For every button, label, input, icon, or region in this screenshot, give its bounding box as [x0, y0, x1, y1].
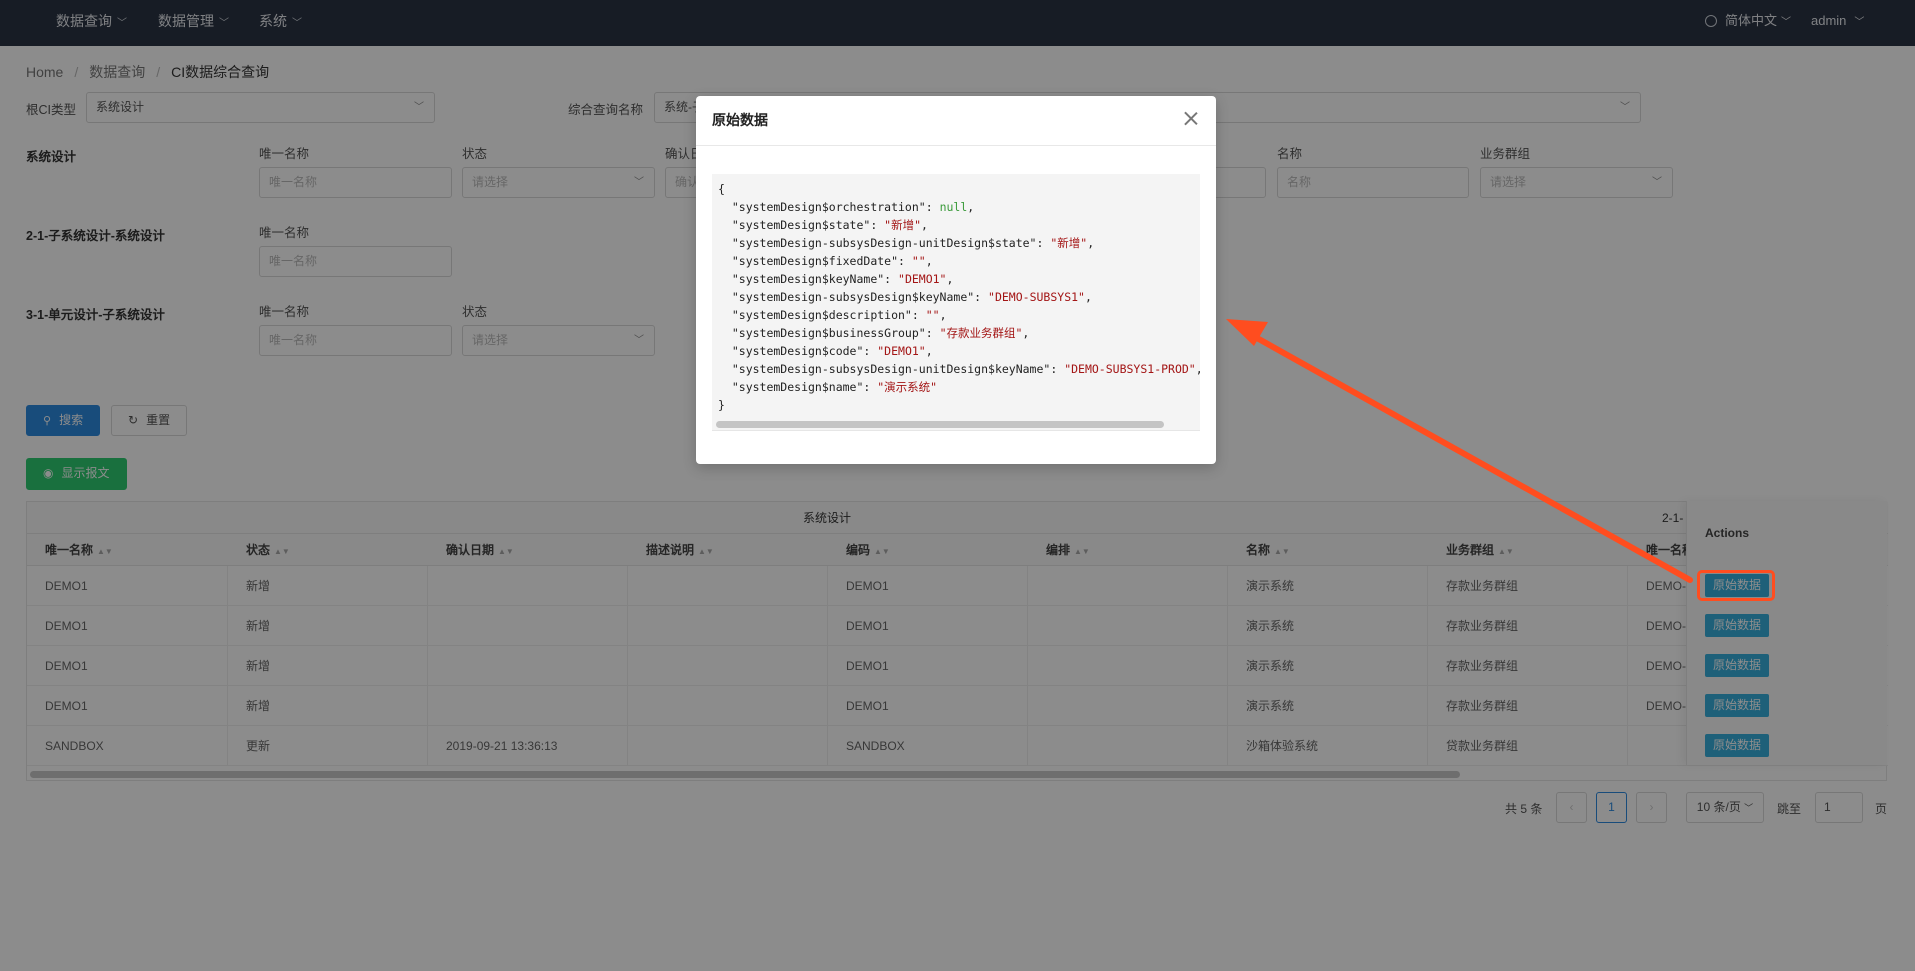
- annotation-highlight-box: [1697, 570, 1775, 601]
- annotation-arrow: [1226, 319, 1693, 583]
